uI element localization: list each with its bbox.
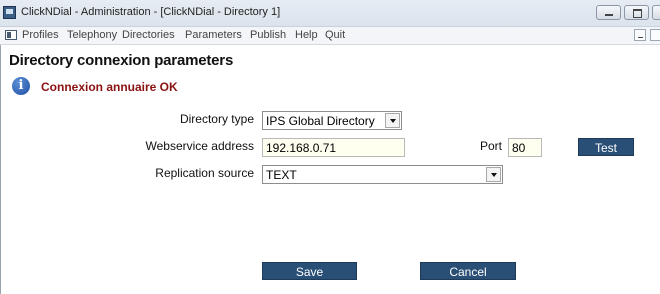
test-button[interactable]: Test: [578, 138, 634, 156]
window-title: ClickNDial - Administration - [ClickNDia…: [21, 6, 281, 18]
menu-item-publish[interactable]: Publish: [250, 29, 286, 41]
document-icon[interactable]: [5, 30, 17, 40]
directory-type-select[interactable]: IPS Global Directory: [262, 111, 402, 130]
port-value: 80: [512, 141, 526, 155]
status-message: Connexion annuaire OK: [41, 80, 178, 94]
child-minimize-button[interactable]: [634, 29, 646, 41]
menu-item-directories[interactable]: Directories: [122, 29, 175, 41]
replication-source-value: TEXT: [266, 168, 297, 182]
menu-item-quit[interactable]: Quit: [325, 29, 345, 41]
chevron-down-icon: [385, 113, 400, 128]
minimize-button[interactable]: [596, 5, 621, 20]
replication-source-label: Replication source: [155, 166, 254, 180]
app-icon: [3, 6, 16, 19]
menu-bar: Profiles Telephony Directories Parameter…: [0, 27, 660, 45]
menu-item-parameters[interactable]: Parameters: [185, 29, 242, 41]
menu-item-profiles[interactable]: Profiles: [22, 29, 59, 41]
window-frame: [0, 44, 1, 294]
webservice-address-label: Webservice address: [145, 139, 255, 153]
webservice-address-value: 192.168.0.71: [266, 141, 337, 155]
menu-item-help[interactable]: Help: [295, 29, 318, 41]
save-button[interactable]: Save: [262, 262, 357, 280]
replication-source-select[interactable]: TEXT: [262, 165, 503, 184]
page-title: Directory connexion parameters: [9, 52, 234, 69]
port-label: Port: [480, 139, 503, 153]
title-bar: ClickNDial - Administration - [ClickNDia…: [0, 0, 660, 27]
cancel-button[interactable]: Cancel: [420, 262, 516, 280]
directory-type-value: IPS Global Directory: [266, 114, 375, 128]
menu-item-telephony[interactable]: Telephony: [67, 29, 117, 41]
maximize-icon: [633, 9, 642, 18]
port-input[interactable]: 80: [508, 138, 542, 157]
child-restore-button[interactable]: [650, 29, 660, 41]
close-button[interactable]: [652, 5, 660, 20]
directory-type-label: Directory type: [179, 112, 254, 126]
chevron-down-icon: [486, 167, 501, 182]
maximize-button[interactable]: [624, 5, 649, 20]
info-icon: i: [12, 77, 30, 95]
minimize-icon: [605, 14, 613, 16]
webservice-address-input[interactable]: 192.168.0.71: [262, 138, 405, 157]
